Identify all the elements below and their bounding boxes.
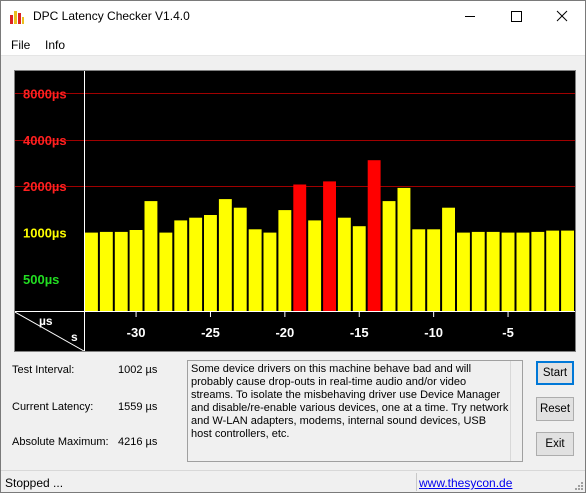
latency-bar — [531, 231, 545, 311]
maximize-icon — [511, 11, 522, 22]
x-axis-label: -10 — [424, 325, 443, 340]
close-button[interactable] — [539, 1, 585, 32]
exit-button[interactable]: Exit — [536, 432, 574, 456]
latency-bar — [323, 181, 336, 311]
latency-bar — [367, 160, 381, 311]
latency-bar — [382, 201, 396, 311]
latency-bar — [114, 231, 128, 311]
latency-bar — [546, 230, 560, 311]
latency-bar — [189, 217, 203, 311]
latency-bar — [561, 230, 574, 311]
latency-bar — [457, 232, 470, 311]
x-axis-label: -15 — [350, 325, 369, 340]
website-link[interactable]: www.thesycon.de — [419, 476, 512, 490]
latency-bar — [442, 207, 455, 311]
latency-bar — [471, 231, 485, 311]
current-latency-value: 1559 µs — [118, 401, 158, 413]
latency-bar — [204, 215, 217, 311]
latency-bar — [278, 210, 292, 311]
latency-bar — [516, 232, 530, 311]
x-axis-label: -25 — [201, 325, 220, 340]
resize-grip-icon[interactable] — [573, 480, 583, 490]
message-box[interactable]: Some device drivers on this machine beha… — [187, 360, 523, 462]
reset-button[interactable]: Reset — [536, 397, 574, 421]
current-latency-label: Current Latency: — [12, 401, 94, 413]
latency-bar — [486, 231, 500, 311]
latency-bar — [218, 199, 232, 311]
y-axis-label: 4000µs — [23, 133, 67, 148]
x-axis-label: -20 — [275, 325, 294, 340]
minimize-button[interactable] — [447, 1, 493, 32]
latency-bar — [293, 184, 307, 311]
minimize-icon — [465, 16, 475, 17]
unit-s-label: s — [71, 330, 78, 344]
latency-bar — [233, 207, 247, 311]
x-axis-label: -30 — [127, 325, 146, 340]
menu-bar: File Info — [1, 32, 585, 56]
latency-bar — [263, 232, 277, 311]
start-button[interactable]: Start — [536, 361, 574, 385]
status-text: Stopped ... — [5, 476, 64, 490]
message-text: Some device drivers on this machine beha… — [191, 363, 509, 440]
status-bar: Stopped ... www.thesycon.de — [1, 470, 585, 492]
latency-bar — [248, 229, 262, 311]
latency-bar — [129, 230, 143, 311]
app-icon — [10, 11, 24, 24]
latency-bar — [397, 187, 411, 311]
latency-bar — [159, 232, 173, 311]
message-scrollbar[interactable] — [510, 361, 522, 461]
test-interval-value: 1002 µs — [118, 364, 158, 376]
latency-bar — [337, 217, 351, 311]
window-title: DPC Latency Checker V1.4.0 — [33, 9, 190, 23]
latency-bar — [174, 220, 188, 311]
unit-us-label: µs — [39, 314, 53, 328]
latency-bar — [85, 232, 98, 311]
y-axis-label: 8000µs — [23, 86, 67, 101]
test-interval-label: Test Interval: — [12, 364, 75, 376]
close-icon — [556, 10, 568, 22]
title-bar[interactable]: DPC Latency Checker V1.4.0 — [1, 1, 585, 32]
latency-bar — [308, 220, 322, 311]
latency-bar — [427, 229, 441, 311]
menu-info[interactable]: Info — [45, 38, 65, 52]
latency-bar — [501, 232, 515, 311]
latency-bar — [412, 229, 426, 311]
y-axis-label: 2000µs — [23, 179, 67, 194]
latency-graph: 16000µs8000µs4000µs2000µs1000µs500µsµss-… — [14, 70, 576, 352]
absolute-max-label: Absolute Maximum: — [12, 436, 109, 448]
latency-bar — [352, 226, 366, 311]
status-separator — [416, 473, 417, 491]
app-window: DPC Latency Checker V1.4.0 File Info 160… — [0, 0, 586, 493]
menu-file[interactable]: File — [11, 38, 30, 52]
latency-bar — [99, 231, 113, 311]
latency-bar — [144, 201, 158, 311]
absolute-max-value: 4216 µs — [118, 436, 158, 448]
y-axis-label: 1000µs — [23, 226, 67, 241]
maximize-button[interactable] — [493, 1, 539, 32]
x-axis-label: -5 — [502, 325, 514, 340]
latency-chart-svg: 16000µs8000µs4000µs2000µs1000µs500µsµss-… — [15, 71, 575, 351]
y-axis-label: 500µs — [23, 272, 59, 287]
